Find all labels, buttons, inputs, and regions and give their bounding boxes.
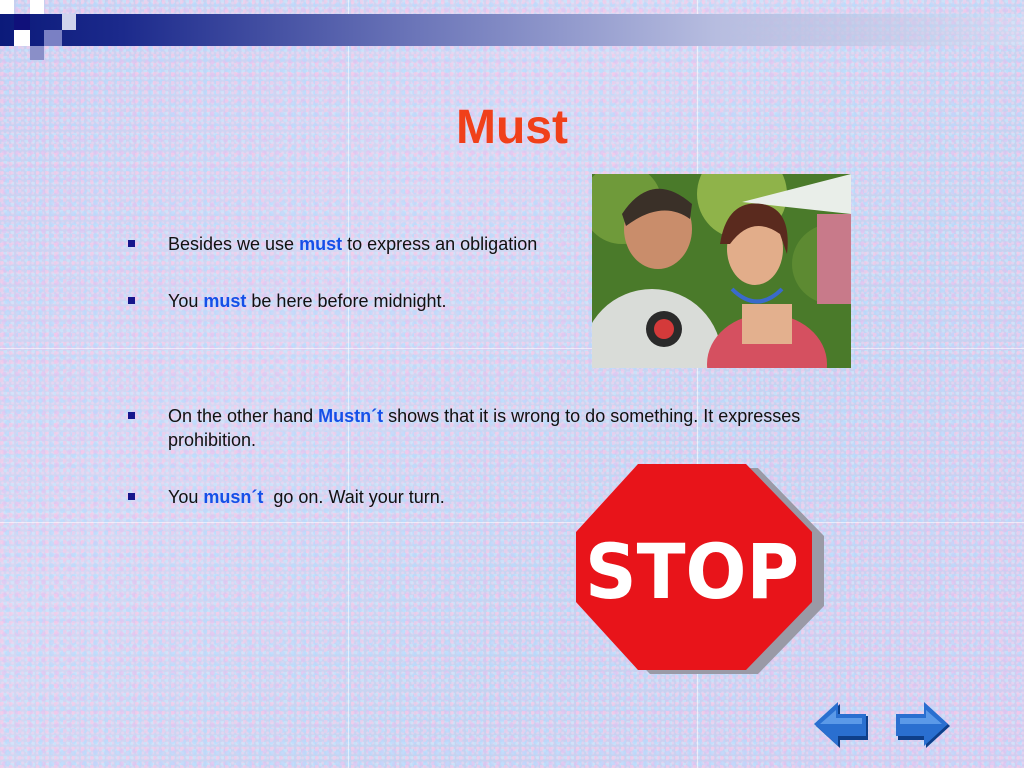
- bullet-marker: [128, 240, 135, 247]
- arrow-right-icon: [896, 702, 950, 748]
- bullet-marker: [128, 297, 135, 304]
- forward-button[interactable]: [892, 702, 952, 750]
- bullet-marker: [128, 493, 135, 500]
- slide-title: Must: [456, 101, 568, 154]
- keyword: Mustn´t: [318, 406, 384, 426]
- header-bar: [0, 14, 1024, 46]
- bullet-text: On the other hand Mustn´t shows that it …: [168, 406, 801, 450]
- stop-sign: STOP: [574, 462, 826, 676]
- stop-sign-text: STOP: [585, 527, 799, 616]
- bullet-marker: [128, 412, 135, 419]
- keyword: must: [299, 234, 343, 254]
- corner-decoration: [0, 0, 90, 64]
- back-button[interactable]: [812, 702, 872, 750]
- arrow-left-icon: [814, 702, 868, 748]
- photo-people: [592, 174, 851, 368]
- keyword: musn´t: [203, 487, 264, 507]
- photo-illustration: [592, 174, 851, 368]
- stop-sign-graphic: STOP: [576, 464, 824, 674]
- keyword: must: [203, 291, 247, 311]
- tile-seam: [0, 348, 1024, 349]
- tile-seam: [0, 522, 1024, 523]
